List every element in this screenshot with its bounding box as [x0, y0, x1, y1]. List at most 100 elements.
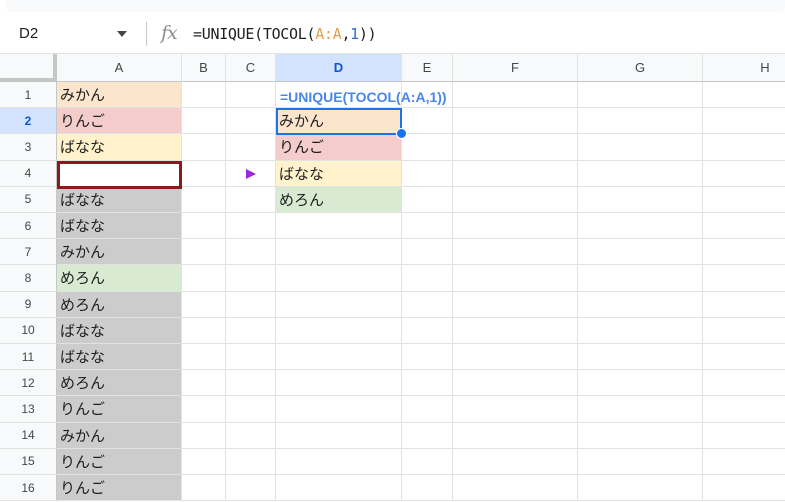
column-header-h[interactable]: H [703, 54, 785, 82]
row-header-6[interactable]: 6 [0, 213, 57, 240]
cell-b16[interactable] [182, 475, 226, 502]
cell-g7[interactable] [578, 239, 703, 266]
cell-g1[interactable] [578, 82, 703, 109]
cell-f6[interactable] [453, 213, 578, 240]
row-header-11[interactable]: 11 [0, 344, 57, 371]
row-header-9[interactable]: 9 [0, 291, 57, 318]
row-header-3[interactable]: 3 [0, 134, 57, 161]
cell-b3[interactable] [182, 134, 226, 161]
cell-f3[interactable] [453, 134, 578, 161]
cell-g12[interactable] [578, 370, 703, 397]
cell-e8[interactable] [402, 265, 453, 292]
cell-e9[interactable] [402, 291, 453, 318]
cell-e3[interactable] [402, 134, 453, 161]
cell-h9[interactable] [703, 292, 785, 318]
select-all-corner[interactable] [0, 54, 57, 82]
cell-c16[interactable] [226, 475, 276, 502]
cell-c13[interactable] [226, 396, 276, 423]
row-header-4[interactable]: 4 [0, 160, 57, 187]
cell-c9[interactable] [226, 291, 276, 318]
cell-h2[interactable] [703, 108, 785, 135]
cell-b8[interactable] [182, 265, 226, 292]
cell-e4[interactable] [402, 160, 453, 187]
cell-d7[interactable] [276, 239, 402, 266]
cell-h14[interactable] [703, 423, 785, 449]
cell-g3[interactable] [578, 134, 703, 161]
cell-h8[interactable] [703, 265, 785, 292]
cell-h6[interactable] [703, 213, 785, 240]
cell-a12[interactable]: めろん [57, 370, 182, 397]
cell-b9[interactable] [182, 291, 226, 318]
cell-a8[interactable]: めろん [57, 265, 182, 292]
cell-e11[interactable] [402, 344, 453, 371]
cell-b5[interactable] [182, 186, 226, 213]
row-header-13[interactable]: 13 [0, 396, 57, 423]
cell-d15[interactable] [276, 448, 402, 475]
column-header-b[interactable]: B [182, 54, 226, 82]
cell-d10[interactable] [276, 317, 402, 344]
cell-a16[interactable]: りんご [57, 475, 182, 502]
cell-b10[interactable] [182, 317, 226, 344]
cell-f2[interactable] [453, 108, 578, 135]
row-header-12[interactable]: 12 [0, 370, 57, 397]
cell-b4[interactable] [182, 160, 226, 187]
cell-f8[interactable] [453, 265, 578, 292]
formula-input[interactable]: =UNIQUE(TOCOL(A:A,1)) [193, 25, 377, 43]
cell-g14[interactable] [578, 422, 703, 449]
cell-f9[interactable] [453, 291, 578, 318]
cell-a6[interactable]: ばなな [57, 213, 182, 240]
cell-c7[interactable] [226, 239, 276, 266]
row-header-5[interactable]: 5 [0, 186, 57, 213]
cell-f15[interactable] [453, 448, 578, 475]
cell-e7[interactable] [402, 239, 453, 266]
cell-a3[interactable]: ばなな [57, 134, 182, 161]
cell-g11[interactable] [578, 344, 703, 371]
cell-f16[interactable] [453, 475, 578, 502]
cell-d3[interactable]: りんご [276, 134, 402, 161]
row-header-10[interactable]: 10 [0, 317, 57, 344]
cell-b13[interactable] [182, 396, 226, 423]
row-header-7[interactable]: 7 [0, 239, 57, 266]
cell-a5[interactable]: ばなな [57, 186, 182, 213]
cell-g16[interactable] [578, 475, 703, 502]
cell-g8[interactable] [578, 265, 703, 292]
cell-b11[interactable] [182, 344, 226, 371]
cell-h1[interactable] [703, 82, 785, 109]
cell-h11[interactable] [703, 344, 785, 371]
cell-d9[interactable] [276, 291, 402, 318]
cell-a11[interactable]: ばなな [57, 344, 182, 371]
cell-c15[interactable] [226, 448, 276, 475]
cell-g10[interactable] [578, 317, 703, 344]
cell-d4[interactable]: ばなな [276, 160, 402, 187]
cell-e14[interactable] [402, 422, 453, 449]
cell-h15[interactable] [703, 449, 785, 475]
cell-c14[interactable] [226, 422, 276, 449]
row-header-16[interactable]: 16 [0, 475, 57, 502]
cell-e2[interactable] [402, 108, 453, 135]
cell-f5[interactable] [453, 186, 578, 213]
column-header-e[interactable]: E [402, 54, 453, 82]
cell-b7[interactable] [182, 239, 226, 266]
cell-a14[interactable]: みかん [57, 422, 182, 449]
cell-b6[interactable] [182, 213, 226, 240]
cell-c2[interactable] [226, 108, 276, 135]
cell-d6[interactable] [276, 213, 402, 240]
row-header-1[interactable]: 1 [0, 82, 57, 109]
cell-g2[interactable] [578, 108, 703, 135]
cell-f11[interactable] [453, 344, 578, 371]
cell-d14[interactable] [276, 422, 402, 449]
row-header-8[interactable]: 8 [0, 265, 57, 292]
cell-e16[interactable] [402, 475, 453, 502]
cell-c11[interactable] [226, 344, 276, 371]
cell-e13[interactable] [402, 396, 453, 423]
cell-d8[interactable] [276, 265, 402, 292]
cell-f14[interactable] [453, 422, 578, 449]
cell-c6[interactable] [226, 213, 276, 240]
cell-g5[interactable] [578, 186, 703, 213]
column-header-d[interactable]: D [276, 54, 402, 82]
cell-d12[interactable] [276, 370, 402, 397]
cell-d5[interactable]: めろん [276, 186, 402, 213]
name-box[interactable]: D2 [19, 25, 38, 42]
column-header-g[interactable]: G [578, 54, 703, 82]
cell-f7[interactable] [453, 239, 578, 266]
